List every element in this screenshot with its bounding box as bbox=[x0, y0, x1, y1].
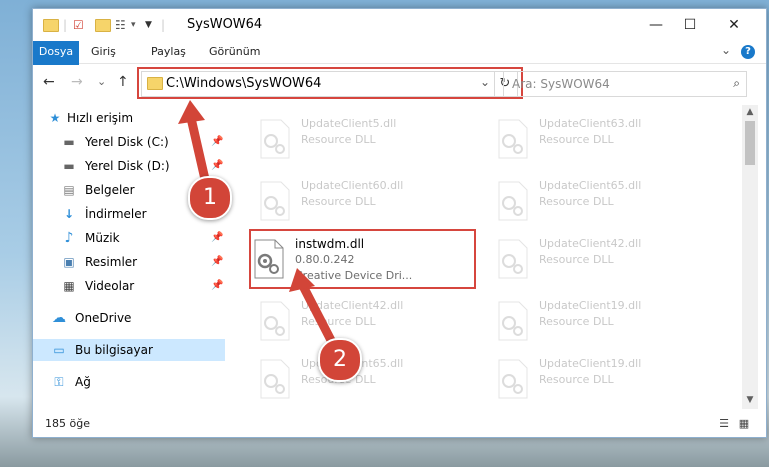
annotation-arrows bbox=[178, 100, 341, 355]
step-badge-2: 2 bbox=[318, 338, 362, 382]
step-badge-1: 1 bbox=[188, 176, 232, 220]
